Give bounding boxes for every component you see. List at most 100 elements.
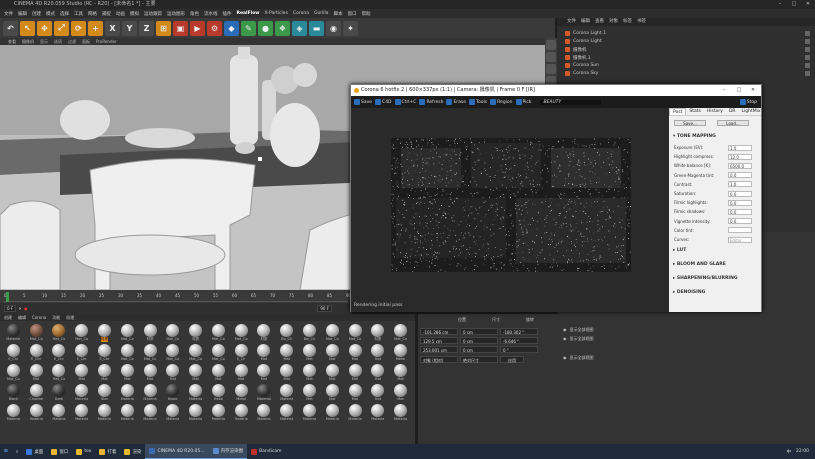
material-swatch[interactable]: Materia: [389, 404, 412, 423]
viewport-menu-item[interactable]: 过滤: [68, 38, 76, 45]
material-swatch[interactable]: Mat: [25, 364, 48, 383]
save-preset-button[interactable]: Save...: [674, 120, 706, 126]
menu-item[interactable]: Gorilla: [314, 11, 329, 16]
menu-item[interactable]: 动画: [116, 11, 125, 17]
material-swatch[interactable]: Materia: [275, 384, 298, 403]
material-swatch[interactable]: Mat: [70, 364, 93, 383]
start-button[interactable]: ⊞: [0, 444, 12, 459]
material-swatch[interactable]: Mat: [207, 364, 230, 383]
cube-icon[interactable]: ◆: [224, 20, 239, 36]
object-menu-item[interactable]: 书签: [637, 18, 646, 26]
material-swatch[interactable]: Materia: [93, 404, 116, 423]
playhead[interactable]: [6, 292, 9, 302]
object-menu-item[interactable]: 标签: [623, 18, 632, 26]
minimize-icon[interactable]: –: [717, 85, 731, 96]
attr-row[interactable]: ◉ 显示全部视图: [563, 335, 594, 342]
material-swatch[interactable]: Black: [161, 384, 184, 403]
taskbar-item[interactable]: 桌面: [22, 444, 47, 459]
render-settings-icon[interactable]: ⚙: [207, 20, 222, 36]
z-axis-icon[interactable]: Z: [139, 20, 154, 36]
taskbar-item[interactable]: tex: [72, 444, 95, 459]
load-preset-button[interactable]: Load...: [717, 120, 749, 126]
material-swatch[interactable]: Mat: [230, 364, 253, 383]
material-swatch[interactable]: Mat_Co: [184, 344, 207, 363]
material-swatch[interactable]: Chrome: [25, 384, 48, 403]
object-tag-icon[interactable]: [805, 55, 810, 60]
object-row[interactable]: Corona Light.1: [565, 30, 810, 37]
post-section-header[interactable]: ▸ DENOISING: [673, 290, 705, 295]
object-row[interactable]: Corona Sky: [565, 70, 810, 77]
setting-value-field[interactable]: 0.0: [728, 190, 752, 197]
ime-indicator[interactable]: 中: [787, 449, 792, 455]
play-icon[interactable]: ⏵: [19, 306, 21, 311]
corona-toolbar-button[interactable]: Erase: [446, 99, 466, 105]
material-swatch[interactable]: 材质: [253, 324, 276, 343]
maximize-icon[interactable]: □: [732, 85, 746, 96]
post-section-header[interactable]: ▸ BLOOM AND GLARE: [673, 262, 726, 267]
setting-value-field[interactable]: 1.0: [728, 144, 752, 151]
radio-icon[interactable]: ◉: [563, 336, 567, 341]
object-menu-item[interactable]: 查看: [595, 18, 604, 26]
material-swatch[interactable]: Mat_Co: [2, 364, 25, 383]
material-swatch[interactable]: Mat_Co: [48, 324, 71, 343]
size-y-field[interactable]: 0 cm: [460, 337, 498, 344]
rot-h-field[interactable]: -180.302 °: [500, 328, 538, 335]
material-swatch[interactable]: Mat_Co: [344, 324, 367, 343]
material-swatch[interactable]: Materia: [25, 404, 48, 423]
menu-item[interactable]: RealFlow: [237, 11, 260, 16]
rot-b-field[interactable]: 0 °: [500, 346, 538, 353]
pen-icon[interactable]: ✎: [241, 20, 256, 36]
corona-toolbar-button[interactable]: Pick: [515, 99, 531, 105]
material-swatch[interactable]: Mat_Co: [389, 324, 412, 343]
material-menu-item[interactable]: 创建: [4, 314, 12, 321]
material-swatch[interactable]: Material: [2, 324, 25, 343]
material-swatch[interactable]: Materia: [116, 384, 139, 403]
y-axis-icon[interactable]: Y: [122, 20, 137, 36]
end-frame-field[interactable]: 90 F: [317, 305, 332, 312]
apply-button[interactable]: 应用: [500, 356, 524, 363]
menu-item[interactable]: 窗口: [348, 11, 357, 17]
object-row[interactable]: 摄像机: [565, 46, 810, 53]
radio-icon[interactable]: ◉: [563, 327, 567, 332]
attr-row[interactable]: ◉ 显示全部视图: [563, 326, 594, 333]
menu-item[interactable]: 选择: [60, 11, 69, 17]
material-swatch[interactable]: Mat: [321, 384, 344, 403]
material-swatch[interactable]: Mat: [253, 364, 276, 383]
material-swatch[interactable]: Materia: [298, 404, 321, 423]
floor-icon[interactable]: ▬: [309, 20, 324, 36]
material-menu-item[interactable]: Corona: [32, 314, 46, 321]
viewport-menu-item[interactable]: 显示: [40, 38, 48, 45]
pos-z-field[interactable]: 253.001 cm: [420, 346, 458, 353]
light-icon[interactable]: ✦: [343, 20, 358, 36]
menu-item[interactable]: 文件: [4, 11, 13, 17]
material-swatch[interactable]: Mat_Co: [116, 324, 139, 343]
material-swatch[interactable]: Materia: [230, 404, 253, 423]
post-tab[interactable]: Stats: [686, 108, 704, 115]
material-swatch[interactable]: Mat: [139, 364, 162, 383]
size-z-field[interactable]: 0 cm: [460, 346, 498, 353]
material-swatch[interactable]: Mat_Co: [161, 344, 184, 363]
subdivision-icon[interactable]: ●: [258, 20, 273, 36]
menu-item[interactable]: 模式: [46, 11, 55, 17]
material-menu-item[interactable]: 纹理: [66, 314, 74, 321]
object-menu-item[interactable]: 对象: [609, 18, 618, 26]
viewport-menu-item[interactable]: ProRender: [96, 38, 117, 45]
start-frame-field[interactable]: 0 F: [4, 305, 17, 312]
move-icon[interactable]: ✥: [37, 20, 52, 36]
menu-item[interactable]: 运动跟踪: [144, 11, 162, 17]
corona-toolbar-button[interactable]: Tools: [469, 99, 487, 105]
material-swatch[interactable]: Materia: [253, 404, 276, 423]
object-row[interactable]: 摄像机.1: [565, 54, 810, 61]
menu-item[interactable]: 运动图形: [167, 11, 185, 17]
material-swatch[interactable]: Mat: [253, 344, 276, 363]
taskbar-item[interactable]: 打着: [95, 444, 120, 459]
material-menu-item[interactable]: 功能: [52, 314, 60, 321]
menu-item[interactable]: 创建: [32, 11, 41, 17]
coord-mode-select[interactable]: 对象 (相对): [420, 356, 458, 363]
material-swatch[interactable]: Mat_Co: [48, 364, 71, 383]
corona-toolbar-button[interactable]: Refresh: [419, 99, 443, 105]
material-swatch[interactable]: Materia: [116, 404, 139, 423]
object-menu-item[interactable]: 文件: [567, 18, 576, 26]
material-swatch[interactable]: Materia: [48, 404, 71, 423]
viewport-menu-item[interactable]: 查看: [8, 38, 16, 45]
